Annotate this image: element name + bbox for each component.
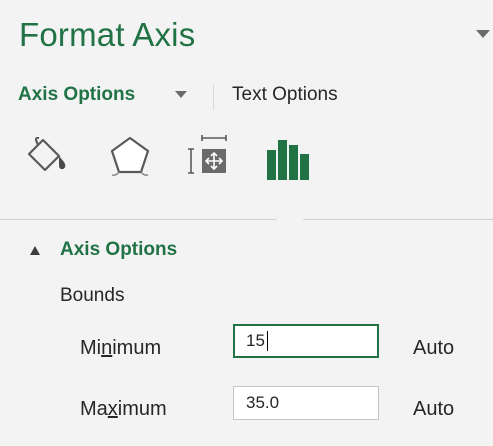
minimum-input[interactable] (233, 324, 379, 358)
section-axis-options[interactable]: Axis Options (60, 239, 177, 261)
collapse-triangle-icon[interactable] (30, 246, 40, 255)
size-properties-icon[interactable] (188, 135, 230, 177)
bounds-label: Bounds (60, 285, 125, 306)
effects-icon[interactable] (108, 135, 152, 177)
minimum-auto-button[interactable]: Auto (413, 337, 454, 360)
axis-options-icon[interactable] (266, 138, 310, 180)
fill-line-icon[interactable] (26, 137, 74, 175)
tab-separator (213, 84, 214, 110)
maximum-auto-button[interactable]: Auto (413, 398, 454, 421)
tab-text-options[interactable]: Text Options (232, 84, 338, 106)
maximum-label: Maximum (80, 398, 167, 420)
tab-axis-options[interactable]: Axis Options (18, 84, 135, 106)
minimum-label: Minimum (80, 337, 162, 359)
format-axis-pane: Format Axis Axis Options Text Options Ax… (0, 0, 493, 446)
text-cursor (267, 331, 268, 351)
pane-title: Format Axis (19, 16, 196, 53)
pane-options-dropdown-icon[interactable] (476, 30, 490, 38)
chevron-down-icon[interactable] (175, 91, 187, 98)
maximum-input[interactable] (233, 386, 379, 420)
